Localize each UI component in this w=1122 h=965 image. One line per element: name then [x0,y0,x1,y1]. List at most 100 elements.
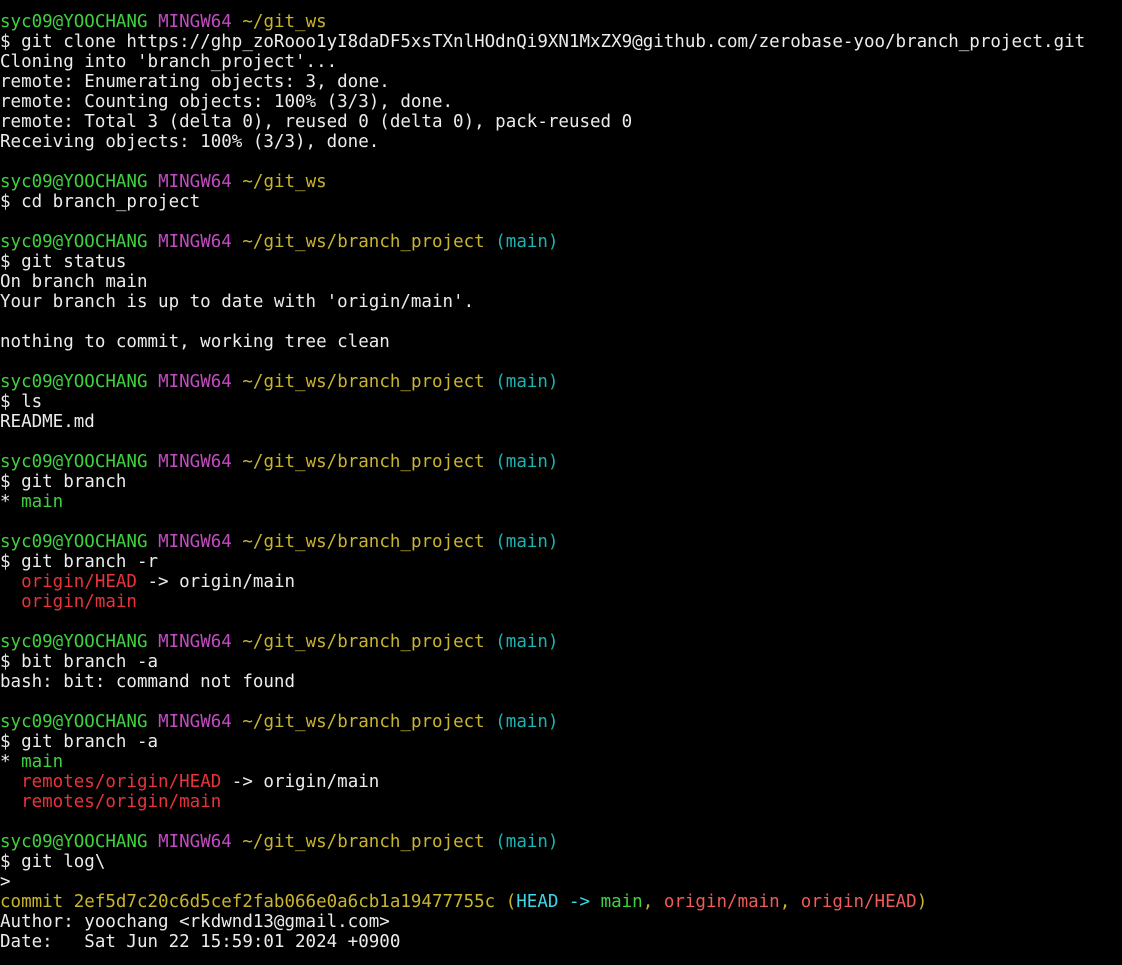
terminal-line: > [0,872,1122,892]
terminal-segment: MINGW64 [158,232,232,252]
terminal-line: $ git branch -r [0,552,1122,572]
terminal-segment [0,792,21,812]
terminal-line: $ git branch -a [0,732,1122,752]
terminal-line: remotes/origin/HEAD -> origin/main [0,772,1122,792]
terminal-segment [232,172,243,192]
terminal-segment: $ cd branch_project [0,192,201,212]
terminal-segment: * [0,752,22,772]
terminal-segment: ~/git_ws/branch_project [242,832,485,852]
terminal-segment: $ bit branch -a [0,652,159,672]
terminal-segment: commit 2ef5d7c20c6d5cef2fab066e0a6cb1a19… [0,892,496,912]
terminal-segment [148,452,159,472]
terminal-segment: MINGW64 [158,632,232,652]
terminal-segment: remote: Counting objects: 100% (3/3), do… [0,92,454,112]
terminal-segment [485,232,496,252]
terminal-segment: $ ls [0,392,43,412]
terminal-segment: origin/HEAD [21,572,137,592]
terminal-segment [485,532,496,552]
terminal-segment [590,892,601,912]
terminal-segment [232,452,243,472]
terminal-segment [232,632,243,652]
terminal-segment: $ git branch -a [0,732,159,752]
terminal-segment [485,372,496,392]
terminal-line: syc09@YOOCHANG MINGW64 ~/git_ws/branch_p… [0,232,1122,252]
terminal-segment: MINGW64 [158,12,232,32]
terminal-line: * main [0,492,1122,512]
terminal-segment: (main) [495,712,559,732]
terminal-segment [485,712,496,732]
terminal-segment: ~/git_ws/branch_project [242,452,485,472]
terminal-segment: syc09@YOOCHANG [0,452,148,472]
terminal-line: nothing to commit, working tree clean [0,332,1122,352]
terminal-segment: syc09@YOOCHANG [0,632,148,652]
terminal-segment [148,532,159,552]
terminal-segment: MINGW64 [158,372,232,392]
terminal-segment: Cloning into 'branch_project'... [0,52,338,72]
terminal-segment: $ git clone https://ghp_zoRooo1yI8daDF5x… [0,32,1086,52]
terminal-segment: Receiving objects: 100% (3/3), done. [0,132,380,152]
terminal-segment: ~/git_ws [242,12,327,32]
terminal-segment: syc09@YOOCHANG [0,12,148,32]
terminal-segment [0,592,21,612]
terminal-segment [148,832,159,852]
terminal-segment: syc09@YOOCHANG [0,232,148,252]
terminal-segment: ~/git_ws/branch_project [242,372,485,392]
terminal-segment: ~/git_ws/branch_project [242,532,485,552]
terminal-segment: origin/main [21,592,137,612]
terminal-segment [148,372,159,392]
terminal-segment: $ git status [0,252,127,272]
terminal-line: $ cd branch_project [0,192,1122,212]
terminal-line: Your branch is up to date with 'origin/m… [0,292,1122,312]
terminal-segment [0,772,21,792]
terminal-segment: main [600,892,643,912]
terminal-segment: MINGW64 [158,452,232,472]
terminal-segment: nothing to commit, working tree clean [0,332,390,352]
terminal-segment: * [0,492,22,512]
terminal-segment: origin/HEAD [800,892,917,912]
terminal-segment: MINGW64 [158,712,232,732]
terminal-segment [148,12,159,32]
terminal-line: $ git clone https://ghp_zoRooo1yI8daDF5x… [0,32,1122,52]
terminal-segment: Author: yoochang <rkdwnd13@gmail.com> [0,912,390,932]
terminal-segment: (main) [495,632,559,652]
terminal-segment: , [642,892,664,912]
terminal-segment: main [21,752,64,772]
terminal-segment: remotes/origin/HEAD [21,772,222,792]
terminal-segment [0,572,21,592]
terminal-line: origin/main [0,592,1122,612]
terminal-segment: origin/main [663,892,780,912]
terminal-segment: syc09@YOOCHANG [0,372,148,392]
terminal-line: $ bit branch -a [0,652,1122,672]
terminal-segment: (main) [495,832,559,852]
terminal-segment [148,712,159,732]
terminal-segment [232,12,243,32]
terminal-segment: README.md [0,412,95,432]
terminal-segment: $ git branch -r [0,552,159,572]
terminal-output[interactable]: syc09@YOOCHANG MINGW64 ~/git_ws $ git clo… [0,0,1122,965]
terminal-segment [232,832,243,852]
terminal-segment: Your branch is up to date with 'origin/m… [0,292,475,312]
terminal-segment: remotes/origin/main [21,792,222,812]
terminal-line: $ git branch [0,472,1122,492]
terminal-segment: -> origin/main [221,772,380,792]
terminal-line: syc09@YOOCHANG MINGW64 ~/git_ws/branch_p… [0,532,1122,552]
terminal-segment: syc09@YOOCHANG [0,532,148,552]
terminal-segment: syc09@YOOCHANG [0,832,148,852]
terminal-segment: MINGW64 [158,832,232,852]
terminal-segment [485,632,496,652]
terminal-line: remotes/origin/main [0,792,1122,812]
terminal-segment: remote: Total 3 (delta 0), reused 0 (del… [0,112,633,132]
terminal-line: README.md [0,412,1122,432]
terminal-line: Author: yoochang <rkdwnd13@gmail.com> [0,912,1122,932]
terminal-segment: (main) [495,372,559,392]
terminal-segment: , [779,892,801,912]
terminal-segment: ~/git_ws [242,172,327,192]
terminal-segment: ~/git_ws/branch_project [242,232,485,252]
terminal-segment [148,172,159,192]
terminal-segment [232,372,243,392]
